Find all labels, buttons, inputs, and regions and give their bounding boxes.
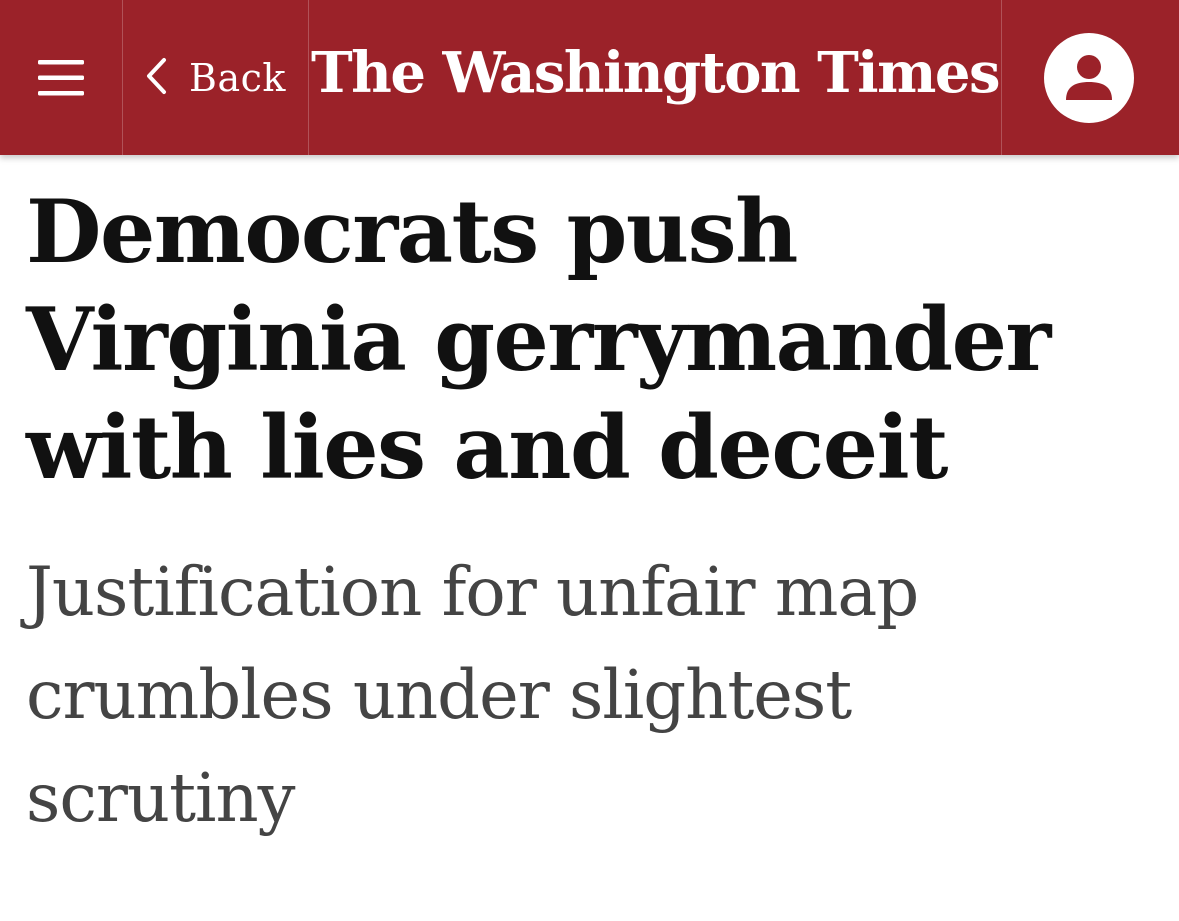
back-button[interactable]: Back xyxy=(123,0,308,155)
site-logo: The Washington Times xyxy=(311,39,1001,106)
hamburger-menu-icon xyxy=(38,59,84,95)
article-subheadline: Justification for unfair map crumbles un… xyxy=(26,553,919,837)
article-page: Back The Washington Times Democrats push… xyxy=(0,0,1179,921)
account-button[interactable] xyxy=(1002,0,1179,155)
back-label: Back xyxy=(189,55,286,100)
logo-link[interactable]: The Washington Times xyxy=(309,0,1001,155)
user-account-icon xyxy=(1065,54,1112,100)
top-navigation-bar: Back The Washington Times xyxy=(0,0,1179,155)
chevron-left-icon xyxy=(147,57,167,94)
menu-button[interactable] xyxy=(0,0,122,155)
article-headline: Democrats push Virginia gerrymander with… xyxy=(26,180,1051,499)
account-avatar xyxy=(1043,32,1134,123)
